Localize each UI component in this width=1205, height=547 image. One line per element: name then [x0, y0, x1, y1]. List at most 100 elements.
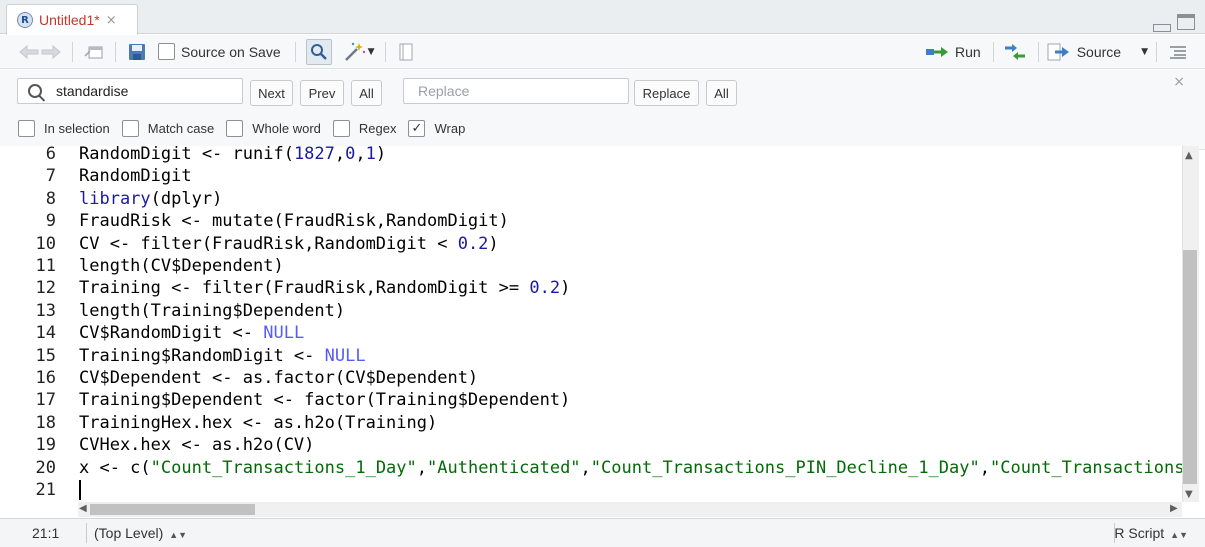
file-type-selector[interactable]: R Script ▲▼	[1114, 525, 1188, 541]
option-regex[interactable]: Regex	[332, 120, 396, 137]
option-wrap[interactable]: ✓ Wrap	[408, 120, 465, 137]
line-number: 10	[35, 233, 56, 254]
code-line[interactable]: 15 Training$RandomDigit <- NULL	[0, 345, 1182, 367]
toolbar-separator	[115, 41, 116, 62]
horizontal-scroll-thumb[interactable]	[90, 504, 255, 515]
save-icon[interactable]	[126, 43, 148, 61]
chevron-down-icon[interactable]: ▼	[368, 47, 375, 57]
source-icon[interactable]	[1047, 43, 1071, 61]
option-match-case[interactable]: Match case	[121, 120, 215, 137]
text-cursor	[79, 480, 81, 500]
line-number: 7	[45, 166, 56, 187]
toolbar-separator	[294, 41, 296, 62]
code-line[interactable]: 14 CV$RandomDigit <- NULL	[0, 322, 1182, 344]
scroll-down-icon[interactable]: ▼	[1185, 489, 1193, 500]
replace-all-button[interactable]: All	[706, 80, 737, 106]
code-text: length(CV$Dependent)	[79, 255, 284, 277]
code-line[interactable]: 19 CVHex.hex <- as.h2o(CV)	[0, 434, 1182, 456]
scope-selector[interactable]: (Top Level) ▲▼	[94, 525, 187, 541]
code-line[interactable]: 21	[0, 479, 1182, 501]
code-token: "Count_Transactions_PIN_Decline_1_Day"	[590, 457, 980, 478]
code-text: CV$Dependent <- as.factor(CV$Dependent)	[79, 367, 478, 389]
scroll-up-icon[interactable]: ▲	[1185, 150, 1193, 161]
code-text: x <- c("Count_Transactions_1_Day","Authe…	[79, 457, 1182, 479]
code-line[interactable]: 17 Training$Dependent <- factor(Training$…	[0, 389, 1182, 411]
toolbar-separator	[384, 41, 386, 62]
outline-icon[interactable]	[1169, 45, 1187, 59]
regex-checkbox[interactable]	[332, 120, 350, 137]
code-editor[interactable]: 6 RandomDigit <- runif(1827,0,1) 7 RandomDi…	[0, 146, 1182, 502]
code-line[interactable]: 20 x <- c("Count_Transactions_1_Day","Aut…	[0, 457, 1182, 479]
source-button[interactable]: Source	[1077, 44, 1121, 60]
close-find-icon[interactable]: ×	[1173, 74, 1185, 90]
line-number: 17	[35, 390, 56, 411]
code-token: CV <- filter(FraudRisk,RandomDigit <	[79, 233, 458, 254]
scope-label: (Top Level)	[94, 525, 164, 541]
run-button[interactable]: Run	[955, 44, 981, 60]
code-token: Training$Dependent <- factor(Training$De…	[79, 390, 571, 411]
code-token: CVHex.hex <- as.h2o(CV)	[79, 435, 315, 456]
code-token: ,	[355, 146, 366, 164]
option-whole-word[interactable]: Whole word	[226, 120, 321, 137]
magic-wand-icon[interactable]	[342, 42, 368, 62]
source-dropdown-chevron-icon[interactable]: ▼	[1141, 47, 1148, 57]
wrap-checkbox[interactable]: ✓	[408, 120, 426, 137]
code-line[interactable]: 10 CV <- filter(FraudRisk,RandomDigit < 0…	[0, 233, 1182, 255]
line-number: 9	[45, 211, 56, 232]
code-line[interactable]: 12 Training <- filter(FraudRisk,RandomDig…	[0, 277, 1182, 299]
toolbar-separator	[1037, 42, 1039, 62]
find-prev-button[interactable]: Prev	[300, 80, 344, 106]
line-number: 12	[35, 278, 56, 299]
code-token: (dplyr)	[150, 188, 223, 209]
whole-word-checkbox[interactable]	[226, 120, 244, 137]
find-options: In selection Match case Whole word Regex…	[18, 120, 477, 137]
code-line[interactable]: 7 RandomDigit	[0, 165, 1182, 187]
code-line[interactable]: 9 FraudRisk <- mutate(FraudRisk,RandomDig…	[0, 210, 1182, 232]
code-token: CV$Dependent <- as.factor(CV$Dependent)	[79, 368, 479, 388]
match-case-label: Match case	[147, 121, 215, 136]
updown-chevron-icon: ▲▼	[169, 530, 188, 540]
updown-chevron-icon: ▲▼	[1170, 530, 1188, 540]
cursor-position: 21:1	[32, 525, 60, 541]
window-buttons	[1153, 14, 1195, 32]
code-text: Training$RandomDigit <- NULL	[79, 345, 366, 367]
replace-input[interactable]: Replace	[403, 78, 629, 104]
code-line[interactable]: 8 library(dplyr)	[0, 188, 1182, 210]
replace-button[interactable]: Replace	[634, 80, 699, 106]
compile-report-icon[interactable]	[396, 43, 416, 61]
find-replace-icon[interactable]	[305, 38, 332, 65]
find-next-button[interactable]: Next	[250, 80, 293, 106]
minimize-pane-icon[interactable]	[1153, 24, 1171, 32]
code-line[interactable]: 13 length(Training$Dependent)	[0, 300, 1182, 322]
code-line[interactable]: 16 CV$Dependent <- as.factor(CV$Dependent…	[0, 367, 1182, 389]
code-token: Training$RandomDigit <-	[79, 345, 325, 366]
match-case-checkbox[interactable]	[121, 120, 139, 137]
code-token: 0.2	[529, 278, 561, 299]
tab-untitled1[interactable]: R Untitled1* ×	[6, 4, 138, 35]
rerun-icon[interactable]	[1002, 44, 1028, 60]
code-line[interactable]: 11 length(CV$Dependent)	[0, 255, 1182, 277]
code-token: Training <- filter(FraudRisk,RandomDigit…	[79, 278, 530, 299]
source-on-save-checkbox[interactable]	[158, 43, 175, 60]
code-token: "Authenticated"	[427, 457, 581, 478]
in-selection-checkbox[interactable]	[18, 120, 35, 137]
code-text: FraudRisk <- mutate(FraudRisk,RandomDigi…	[79, 210, 509, 232]
find-input[interactable]: standardise	[17, 78, 243, 104]
forward-arrow-icon[interactable]	[40, 44, 62, 59]
find-all-button[interactable]: All	[351, 80, 382, 106]
code-line[interactable]: 6 RandomDigit <- runif(1827,0,1)	[0, 146, 1182, 165]
code-line[interactable]: 18 TrainingHex.hex <- as.h2o(Training)	[0, 412, 1182, 434]
back-arrow-icon[interactable]	[18, 44, 40, 59]
code-token: ,	[416, 457, 428, 478]
show-in-window-icon[interactable]	[83, 44, 105, 60]
scroll-left-icon[interactable]: ◀	[79, 503, 87, 514]
maximize-pane-icon[interactable]	[1177, 14, 1195, 30]
option-in-selection[interactable]: In selection	[18, 120, 110, 137]
find-replace-bar: standardise Next Prev All Replace Replac…	[0, 70, 1205, 150]
vertical-scroll-thumb[interactable]	[1183, 250, 1197, 484]
search-icon	[28, 84, 42, 98]
scroll-right-icon[interactable]: ▶	[1170, 503, 1178, 514]
run-arrow-icon[interactable]	[925, 45, 951, 59]
toolbar-separator	[1156, 42, 1157, 62]
close-tab-icon[interactable]: ×	[106, 13, 117, 28]
